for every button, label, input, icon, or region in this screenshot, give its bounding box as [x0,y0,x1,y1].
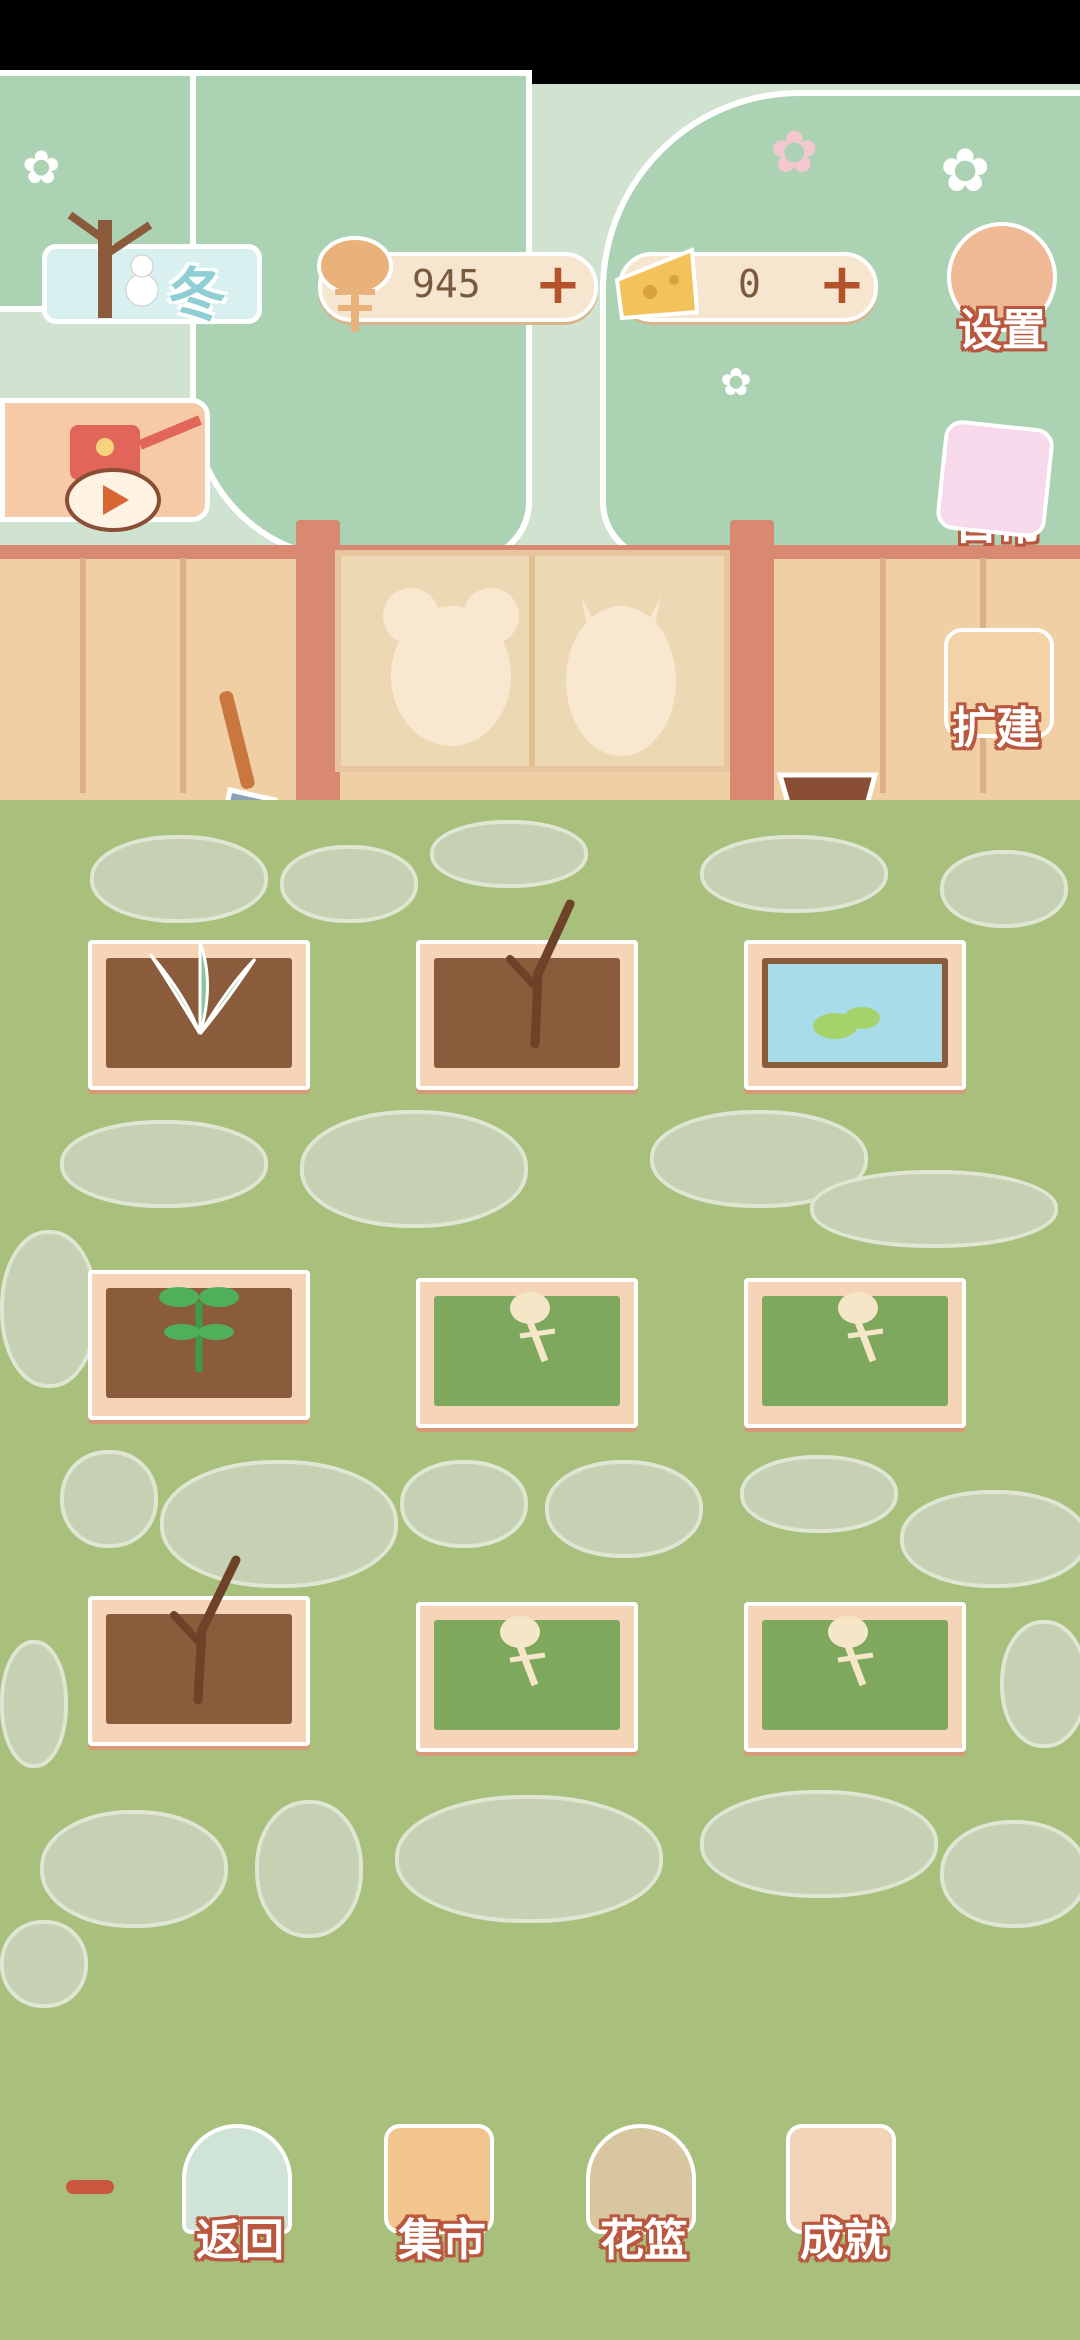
daily-tasks-button[interactable]: 日常 [918,418,1078,552]
wall-plank [180,558,186,793]
achievements-label: 成就 [800,2215,888,2266]
market-label: 集市 [398,2215,486,2266]
path-stone [700,1790,938,1898]
flower-icon: ✿ [940,136,991,206]
path-stone [940,850,1068,928]
path-stone [400,1460,528,1548]
gate-post [730,520,774,810]
path-stone [900,1490,1080,1588]
garden-plot[interactable] [88,940,310,1090]
garden-plot[interactable] [416,1602,638,1752]
flower-icon: ✿ [770,118,819,186]
wall-plank [880,558,886,793]
garden-plot[interactable] [88,1555,310,1746]
garden-plot[interactable] [416,899,638,1090]
path-stone [0,1230,98,1388]
fishbone-icon [828,1616,874,1687]
expand-label: 扩建 [952,703,1040,754]
fishbone-icon [510,1292,556,1363]
garden-plot[interactable] [744,1602,966,1752]
garden-plot[interactable] [88,1270,310,1420]
leafy-plant-icon [148,941,257,1035]
path-stone [300,1110,528,1228]
garden-plot[interactable] [744,1278,966,1428]
path-stone [1000,1620,1080,1748]
bare-branch-icon [506,899,575,1049]
lily-pad-icon [813,1007,880,1039]
basket-label: 花篮 [600,2215,688,2266]
garden-plot[interactable] [416,1278,638,1428]
expand-button[interactable]: 扩建 [916,628,1076,756]
fishbone-icon [838,1292,884,1363]
market-button[interactable]: 集市 [362,2124,522,2268]
path-stone [0,1640,68,1768]
garden-gate[interactable] [335,550,730,772]
back-button[interactable]: 返回 [160,2124,320,2268]
cheese-icon [614,247,700,321]
fishbone-icon [500,1616,546,1687]
bare-branch-icon [170,1555,241,1705]
settings-button[interactable]: 设置 [922,222,1080,358]
task-paper-icon [934,418,1056,540]
gate-post [296,520,340,810]
season-label: 冬 [168,261,227,329]
fish-count-value: 945 [412,262,481,306]
sprout-icon [159,1287,239,1372]
add-fish-button[interactable]: + [534,257,582,313]
path-stone [40,1810,228,1928]
achievements-button[interactable]: 成就 [764,2124,924,2268]
path-stone [700,835,888,913]
path-stone [810,1170,1058,1248]
back-label: 返回 [196,2215,284,2266]
snowy-tree-icon [67,211,159,318]
garden-plot[interactable] [744,940,966,1090]
path-stone [255,1800,363,1938]
path-stone [940,1820,1080,1928]
wall-plank [80,558,86,793]
basket-button[interactable]: 花篮 [564,2124,724,2268]
settings-label: 设置 [958,305,1046,356]
cheese-count-value: 0 [738,262,761,306]
path-stone [90,835,268,923]
path-stone [395,1795,663,1923]
path-stone [740,1455,898,1533]
collapse-nav-button[interactable] [66,2180,114,2194]
watering-ad-button[interactable] [0,398,210,532]
flower-icon: ✿ [720,360,752,404]
path-stone [60,1450,158,1548]
play-video-icon [65,468,161,532]
path-stone [545,1460,703,1558]
fishbone-icon [317,236,393,332]
flower-icon: ✿ [22,140,61,194]
path-stone [280,845,418,923]
path-stone [430,820,588,888]
path-stone [0,1920,88,2008]
path-stone [60,1120,268,1208]
add-cheese-button[interactable]: + [818,257,866,313]
